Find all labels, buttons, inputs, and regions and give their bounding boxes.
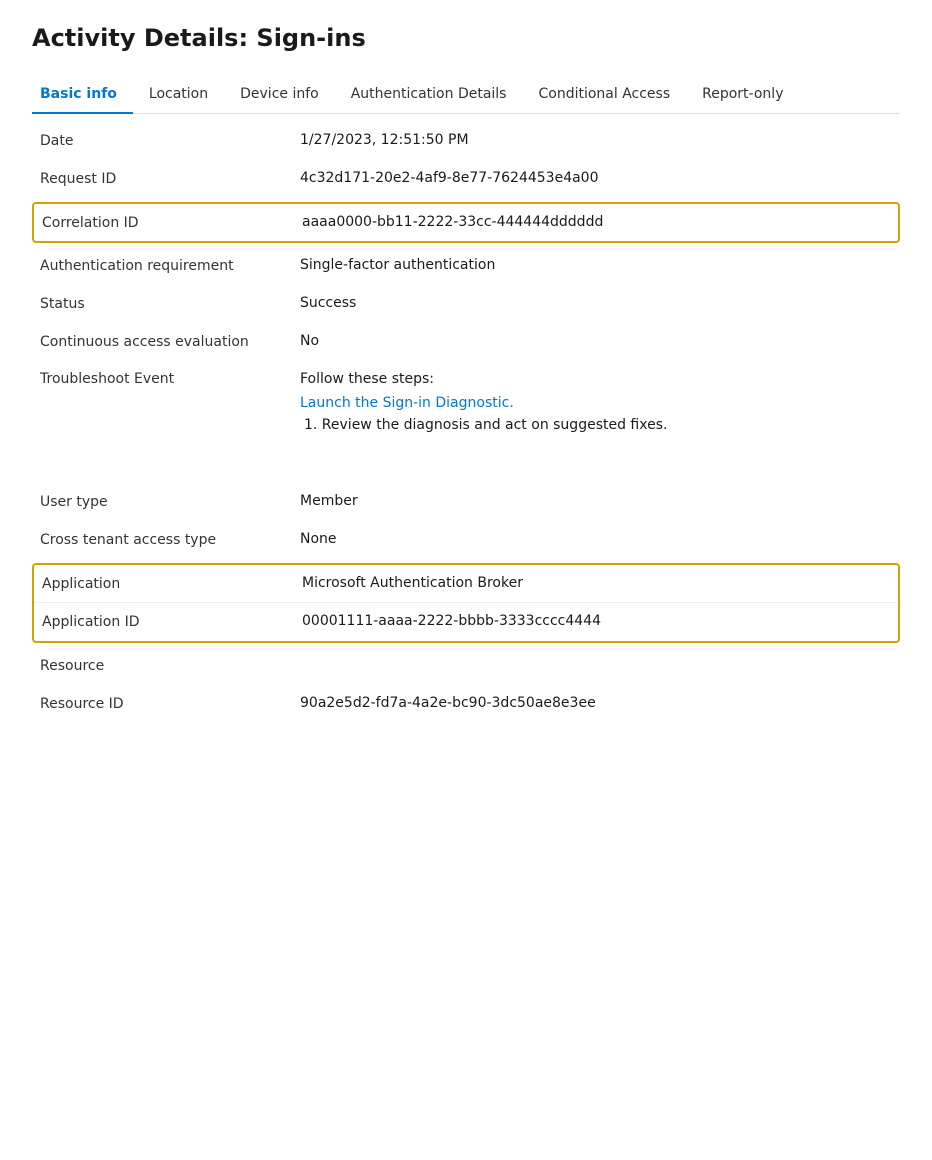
tab-basic-info[interactable]: Basic info	[32, 76, 133, 114]
troubleshoot-label: Troubleshoot Event	[40, 371, 300, 387]
application-id-label: Application ID	[42, 613, 302, 630]
correlation-id-row: Correlation ID aaaa0000-bb11-2222-33cc-4…	[32, 202, 900, 243]
resource-id-value: 90a2e5d2-fd7a-4a2e-bc90-3dc50ae8e3ee	[300, 695, 892, 711]
cae-label: Continuous access evaluation	[40, 333, 300, 350]
cae-value: No	[300, 333, 892, 349]
date-row: Date 1/27/2023, 12:51:50 PM	[32, 122, 900, 160]
application-row: Application Microsoft Authentication Bro…	[34, 565, 898, 603]
section-gap	[32, 443, 900, 483]
troubleshoot-link[interactable]: Launch the Sign-in Diagnostic.	[300, 395, 514, 411]
tab-bar: Basic info Location Device info Authenti…	[32, 76, 900, 114]
auth-req-row: Authentication requirement Single-factor…	[32, 247, 900, 285]
correlation-id-label: Correlation ID	[42, 214, 302, 231]
tab-authentication-details[interactable]: Authentication Details	[335, 76, 523, 114]
user-type-row: User type Member	[32, 483, 900, 521]
cross-tenant-label: Cross tenant access type	[40, 531, 300, 548]
status-value: Success	[300, 295, 892, 311]
auth-req-value: Single-factor authentication	[300, 257, 892, 273]
request-id-label: Request ID	[40, 170, 300, 187]
troubleshoot-row: Troubleshoot Event Follow these steps: L…	[32, 361, 900, 443]
resource-label: Resource	[40, 657, 300, 674]
cae-row: Continuous access evaluation No	[32, 323, 900, 361]
resource-id-label: Resource ID	[40, 695, 300, 712]
tab-conditional-access[interactable]: Conditional Access	[522, 76, 686, 114]
application-group: Application Microsoft Authentication Bro…	[32, 563, 900, 643]
date-label: Date	[40, 132, 300, 149]
status-row: Status Success	[32, 285, 900, 323]
troubleshoot-content: Follow these steps: Launch the Sign-in D…	[300, 371, 892, 433]
cross-tenant-row: Cross tenant access type None	[32, 521, 900, 559]
page-title: Activity Details: Sign-ins	[32, 24, 900, 52]
request-id-row: Request ID 4c32d171-20e2-4af9-8e77-76244…	[32, 160, 900, 198]
user-type-label: User type	[40, 493, 300, 510]
auth-req-label: Authentication requirement	[40, 257, 300, 274]
cross-tenant-value: None	[300, 531, 892, 547]
resource-row: Resource	[32, 647, 900, 685]
basic-info-content: Date 1/27/2023, 12:51:50 PM Request ID 4…	[32, 114, 900, 723]
troubleshoot-step: 1. Review the diagnosis and act on sugge…	[300, 417, 892, 433]
tab-device-info[interactable]: Device info	[224, 76, 335, 114]
status-label: Status	[40, 295, 300, 312]
application-id-value: 00001111-aaaa-2222-bbbb-3333cccc4444	[302, 613, 890, 629]
application-value: Microsoft Authentication Broker	[302, 575, 890, 591]
troubleshoot-follow-text: Follow these steps:	[300, 371, 892, 387]
application-label: Application	[42, 575, 302, 592]
user-type-value: Member	[300, 493, 892, 509]
request-id-value: 4c32d171-20e2-4af9-8e77-7624453e4a00	[300, 170, 892, 186]
application-id-row: Application ID 00001111-aaaa-2222-bbbb-3…	[34, 603, 898, 641]
tab-location[interactable]: Location	[133, 76, 224, 114]
correlation-id-value: aaaa0000-bb11-2222-33cc-444444dddddd	[302, 214, 890, 230]
tab-report-only[interactable]: Report-only	[686, 76, 799, 114]
date-value: 1/27/2023, 12:51:50 PM	[300, 132, 892, 148]
resource-id-row: Resource ID 90a2e5d2-fd7a-4a2e-bc90-3dc5…	[32, 685, 900, 723]
